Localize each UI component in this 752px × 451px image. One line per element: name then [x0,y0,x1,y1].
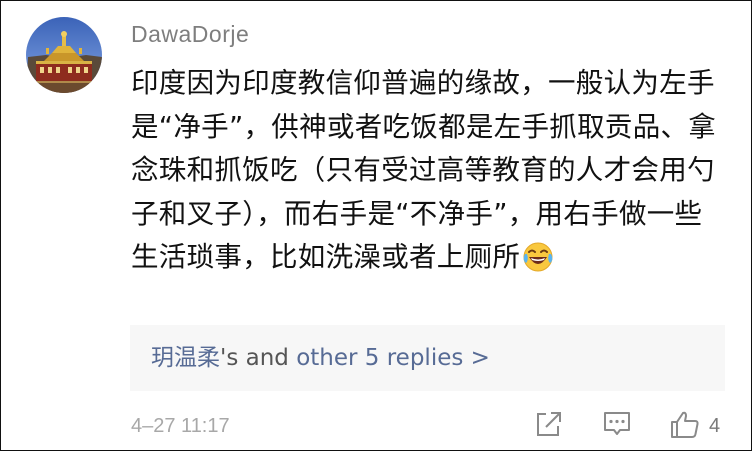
laughing-with-tears-emoji-icon [522,241,554,287]
avatar-image [26,17,102,93]
like-count: 4 [709,415,721,437]
username[interactable]: DawaDorje [131,19,249,49]
replies-connector: 's and [220,345,297,371]
first-replier-link[interactable]: 玥温柔 [151,345,220,371]
share-button[interactable] [534,409,562,443]
comment-text: 印度因为印度教信仰普遍的缘故，一般认为左手是“净手”，供神或者吃饭都是左手抓取贡… [131,62,721,287]
replies-summary: 玥温柔's and other 5 replies > [151,344,490,372]
thumbs-up-icon [671,411,699,438]
like-button[interactable] [669,409,701,445]
replies-preview[interactable]: 玥温柔's and other 5 replies > [130,325,725,391]
timestamp: 4–27 11:17 [131,415,230,437]
comment-body-text: 印度因为印度教信仰普遍的缘故，一般认为左手是“净手”，供神或者吃饭都是左手抓取贡… [131,67,717,273]
share-icon [537,412,561,436]
reply-button[interactable] [602,409,632,443]
comment-icon [604,412,630,435]
comment-card: DawaDorje 印度因为印度教信仰普遍的缘故，一般认为左手是“净手”，供神或… [0,0,752,451]
more-replies-link[interactable]: other 5 replies > [296,345,490,371]
avatar[interactable] [26,17,102,93]
